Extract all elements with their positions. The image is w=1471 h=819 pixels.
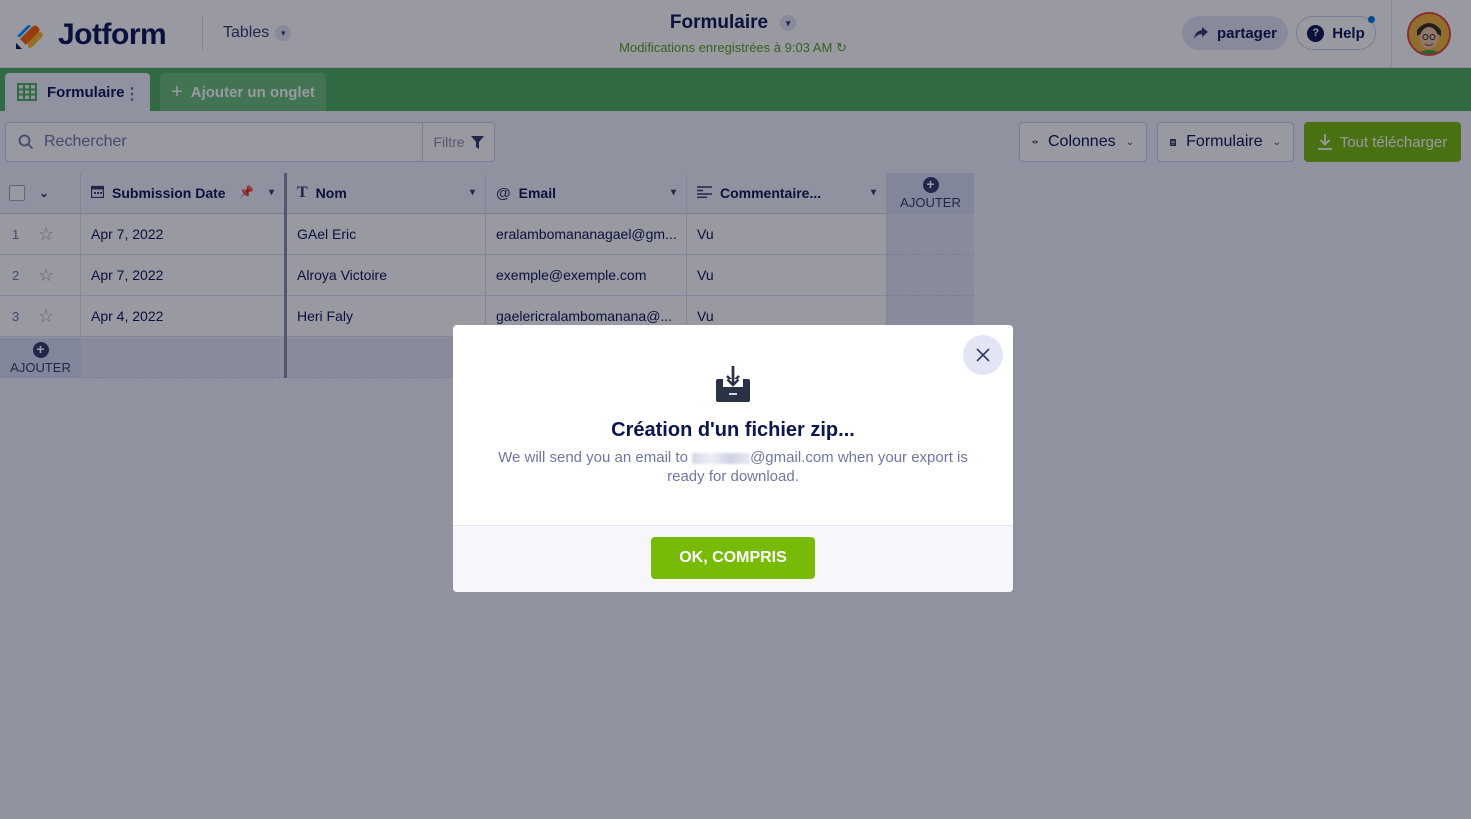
close-button[interactable] [963, 335, 1003, 375]
export-modal: Création d'un fichier zip... We will sen… [453, 325, 1013, 592]
modal-email-domain: @gmail.com [750, 449, 834, 466]
redacted-email [692, 452, 751, 464]
modal-text-before: We will send you an email to [498, 449, 693, 466]
modal-message: We will send you an email to @gmail.com … [493, 448, 973, 486]
inbox-download-icon [716, 366, 750, 402]
modal-title: Création d'un fichier zip... [611, 419, 855, 441]
ok-button[interactable]: OK, COMPRIS [651, 537, 815, 579]
close-icon [976, 348, 990, 362]
